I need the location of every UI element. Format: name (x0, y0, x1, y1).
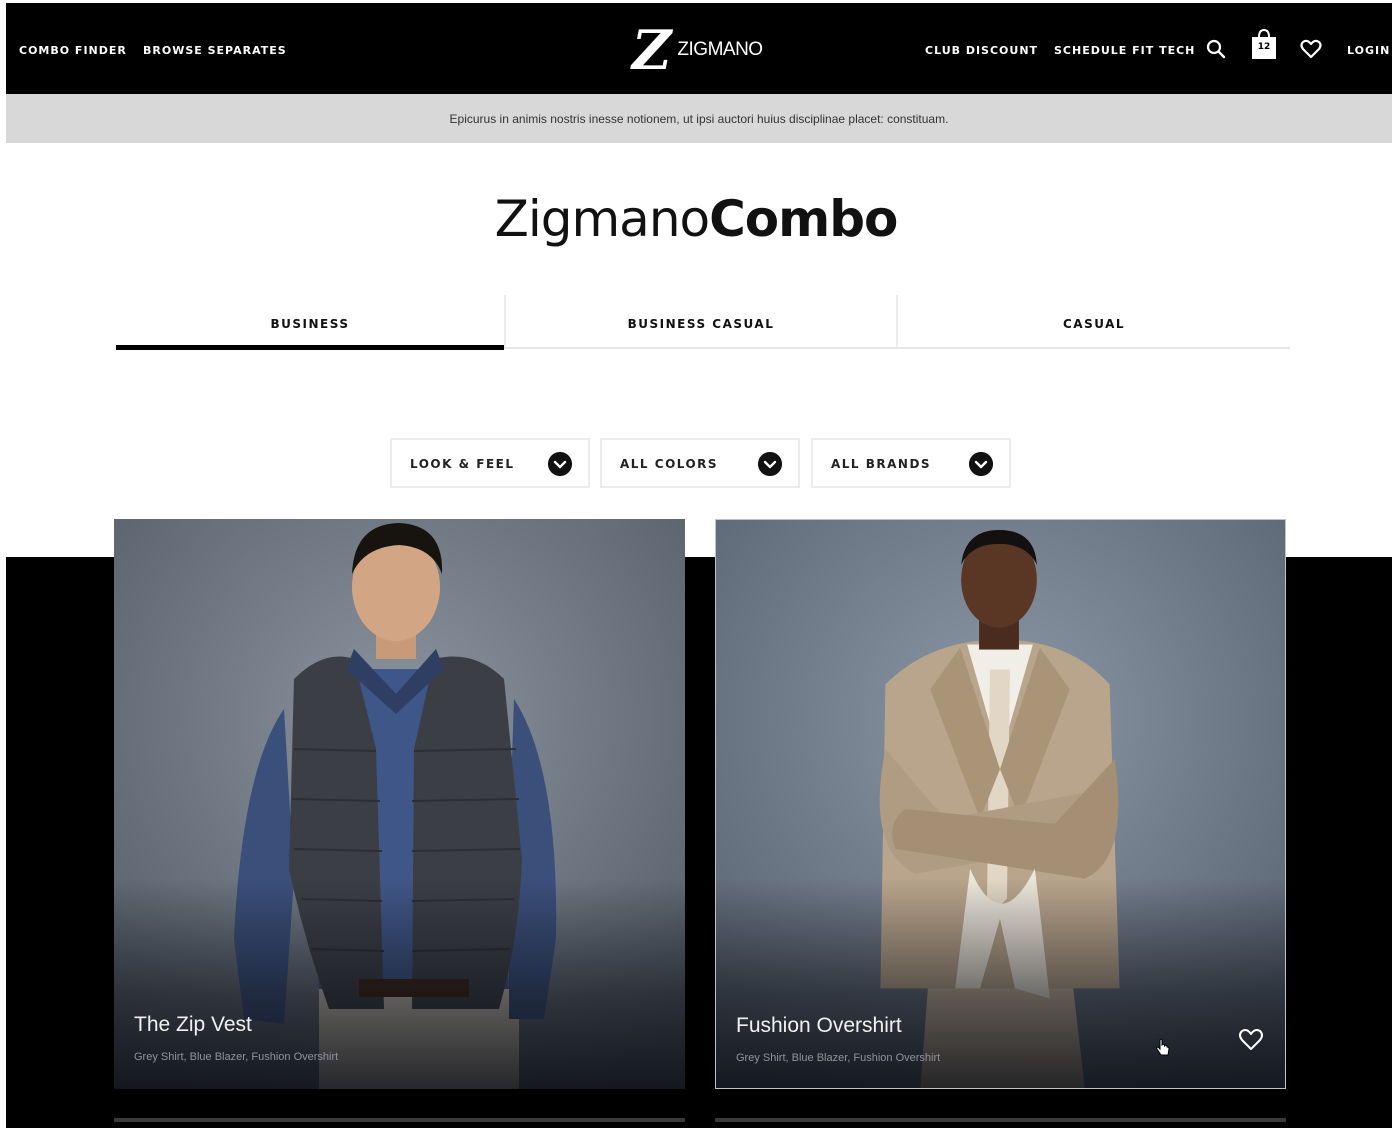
title-bold: Combo (709, 190, 898, 248)
logo-wordmark: ZIGMANO (677, 39, 763, 60)
filter-label: ALL COLORS (620, 457, 719, 471)
product-card-fushion-overshirt[interactable]: Fushion Overshirt Grey Shirt, Blue Blaze… (715, 519, 1286, 1089)
category-tabs: BUSINESS BUSINESS CASUAL CASUAL (116, 295, 1290, 351)
page-title: ZigmanoCombo (0, 190, 1392, 248)
title-light: Zigmano (494, 190, 711, 248)
filter-label: ALL BRANDS (831, 457, 932, 471)
nav-combo-finder[interactable]: COMBO FINDER (19, 44, 127, 57)
logo-mark: Z (632, 18, 672, 82)
tab-business[interactable]: BUSINESS (116, 295, 504, 349)
bag-count-badge: 12 (1257, 42, 1271, 52)
product-description: Grey Shirt, Blue Blazer, Fushion Overshi… (134, 1051, 339, 1063)
announcement-bar: Epicurus in animis nostris inesse notion… (6, 94, 1392, 143)
site-logo[interactable]: Z ZIGMANO (632, 23, 763, 77)
filter-label: LOOK & FEEL (410, 457, 515, 471)
search-icon[interactable] (1206, 39, 1226, 59)
next-row-card-edge (114, 1118, 685, 1122)
product-name: Fushion Overshirt (736, 1014, 902, 1037)
shopping-bag-button[interactable]: 12 (1251, 28, 1277, 62)
hand-cursor-icon (1156, 1038, 1170, 1056)
top-navigation-bar: COMBO FINDER BROWSE SEPARATES Z ZIGMANO … (6, 3, 1392, 94)
next-row-card-edge (715, 1118, 1286, 1122)
filter-all-colors[interactable]: ALL COLORS (600, 438, 800, 488)
chevron-down-icon (548, 452, 572, 476)
nav-schedule-fit-tech[interactable]: SCHEDULE FIT TECH (1054, 44, 1195, 57)
chevron-down-icon (758, 452, 782, 476)
tab-business-casual[interactable]: BUSINESS CASUAL (506, 295, 896, 349)
filter-look-feel[interactable]: LOOK & FEEL (390, 438, 590, 488)
heart-icon[interactable] (1300, 39, 1322, 59)
product-card-zip-vest[interactable]: The Zip Vest Grey Shirt, Blue Blazer, Fu… (114, 519, 685, 1089)
nav-browse-separates[interactable]: BROWSE SEPARATES (143, 44, 287, 57)
product-name: The Zip Vest (134, 1013, 252, 1036)
tab-casual[interactable]: CASUAL (898, 295, 1290, 349)
nav-login[interactable]: LOGIN (1347, 44, 1390, 57)
nav-club-discount[interactable]: CLUB DISCOUNT (925, 44, 1038, 57)
chevron-down-icon (969, 452, 993, 476)
favorite-heart-icon[interactable] (1238, 1028, 1264, 1052)
product-description: Grey Shirt, Blue Blazer, Fushion Overshi… (736, 1052, 941, 1064)
filter-all-brands[interactable]: ALL BRANDS (811, 438, 1011, 488)
active-tab-indicator (116, 345, 504, 350)
